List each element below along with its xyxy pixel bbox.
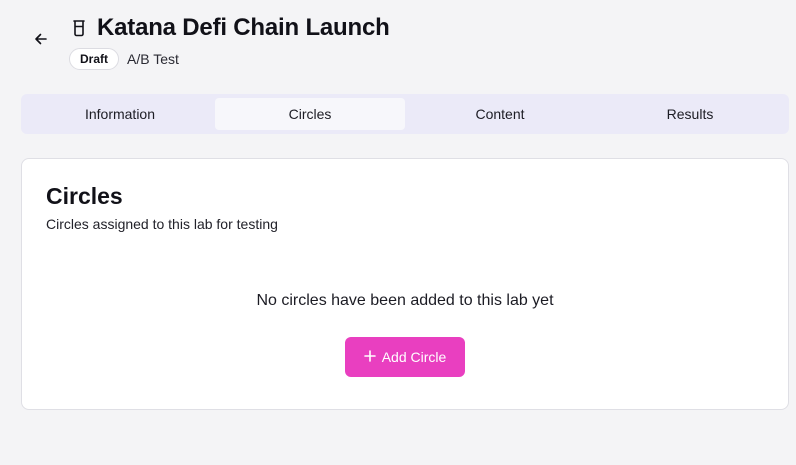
- arrow-left-icon: [34, 32, 48, 51]
- circles-card: Circles Circles assigned to this lab for…: [21, 158, 789, 410]
- card-subtitle: Circles assigned to this lab for testing: [46, 216, 278, 232]
- plus-icon: [363, 349, 376, 365]
- tab-content[interactable]: Content: [405, 98, 595, 130]
- add-circle-label: Add Circle: [381, 349, 447, 365]
- back-button[interactable]: [29, 30, 53, 52]
- title-row: Katana Defi Chain Launch: [69, 14, 390, 42]
- meta-row: Draft A/B Test: [69, 48, 179, 70]
- tab-information[interactable]: Information: [25, 98, 215, 130]
- status-badge: Draft: [69, 48, 120, 70]
- page-title: Katana Defi Chain Launch: [97, 14, 390, 41]
- add-circle-button[interactable]: Add Circle: [345, 337, 465, 377]
- beaker-icon: [69, 17, 89, 39]
- lab-type-label: A/B Test: [127, 51, 179, 67]
- card-title: Circles: [46, 183, 123, 209]
- tab-circles[interactable]: Circles: [215, 98, 405, 130]
- tab-bar: Information Circles Content Results: [21, 94, 789, 134]
- empty-state-message: No circles have been added to this lab y…: [256, 292, 554, 309]
- tab-results[interactable]: Results: [595, 98, 785, 130]
